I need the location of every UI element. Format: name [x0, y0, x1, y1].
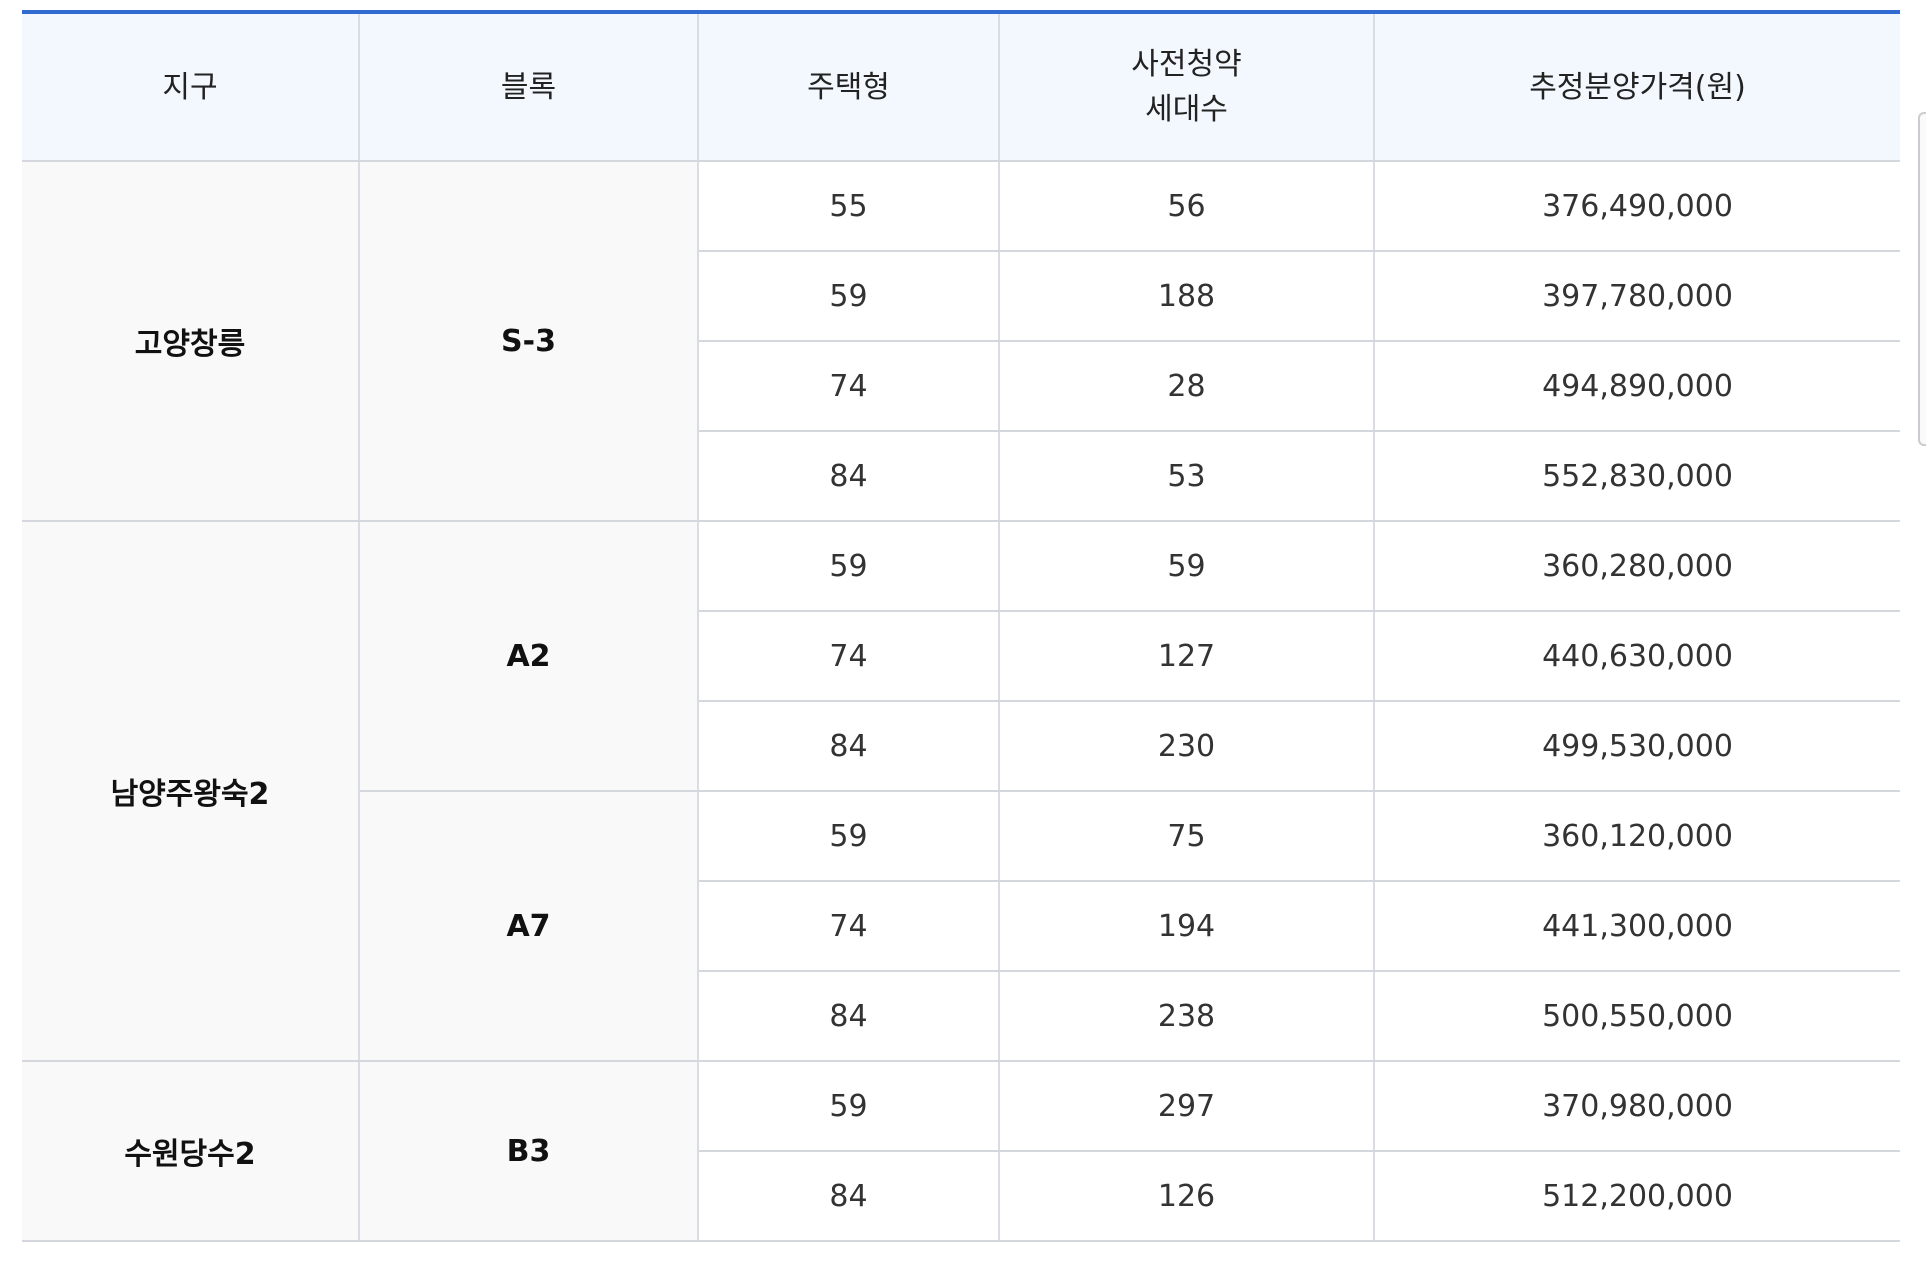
house-type-cell: 59 — [698, 251, 1000, 342]
house-type-cell: 84 — [698, 431, 1000, 522]
households-cell: 59 — [999, 521, 1375, 612]
header-price: 추정분양가격(원) — [1374, 12, 1900, 162]
price-cell: 494,890,000 — [1374, 341, 1900, 432]
households-cell: 56 — [999, 161, 1375, 252]
house-type-cell: 74 — [698, 881, 1000, 972]
table-row: 고양창릉 S-3 55 56 376,490,000 — [22, 161, 1900, 522]
price-cell: 499,530,000 — [1374, 701, 1900, 792]
house-type-cell: 84 — [698, 701, 1000, 792]
price-cell: 370,980,000 — [1374, 1061, 1900, 1152]
scrollbar-edge[interactable] — [1918, 112, 1926, 446]
table-header-row: 지구 블록 주택형 사전청약 세대수 추정분양가격(원) — [22, 12, 1900, 162]
price-cell: 512,200,000 — [1374, 1151, 1900, 1242]
pre-subscription-price-table: 지구 블록 주택형 사전청약 세대수 추정분양가격(원) 고양창릉 S-3 55… — [22, 10, 1900, 1242]
table-row: 남양주왕숙2 A2 59 59 360,280,000 — [22, 521, 1900, 1062]
households-cell: 230 — [999, 701, 1375, 792]
price-cell: 440,630,000 — [1374, 611, 1900, 702]
district-cell: 남양주왕숙2 — [22, 521, 360, 1062]
households-cell: 126 — [999, 1151, 1375, 1242]
price-cell: 500,550,000 — [1374, 971, 1900, 1062]
header-households: 사전청약 세대수 — [999, 12, 1375, 162]
house-type-cell: 55 — [698, 161, 1000, 252]
district-cell: 고양창릉 — [22, 161, 360, 522]
header-households-line1: 사전청약 — [1131, 47, 1242, 82]
house-type-cell: 84 — [698, 1151, 1000, 1242]
price-table-container: 지구 블록 주택형 사전청약 세대수 추정분양가격(원) 고양창릉 S-3 55… — [22, 10, 1900, 1242]
header-block: 블록 — [359, 12, 699, 162]
block-cell: A7 — [359, 791, 699, 1062]
house-type-cell: 74 — [698, 341, 1000, 432]
header-households-line2: 세대수 — [1145, 92, 1228, 127]
block-cell: S-3 — [359, 161, 699, 522]
price-cell: 552,830,000 — [1374, 431, 1900, 522]
price-cell: 397,780,000 — [1374, 251, 1900, 342]
house-type-cell: 59 — [698, 521, 1000, 612]
header-district: 지구 — [22, 12, 360, 162]
price-cell: 360,120,000 — [1374, 791, 1900, 882]
households-cell: 28 — [999, 341, 1375, 432]
price-cell: 441,300,000 — [1374, 881, 1900, 972]
price-cell: 376,490,000 — [1374, 161, 1900, 252]
district-cell: 수원당수2 — [22, 1061, 360, 1242]
households-cell: 297 — [999, 1061, 1375, 1152]
households-cell: 194 — [999, 881, 1375, 972]
header-house-type: 주택형 — [698, 12, 1000, 162]
house-type-cell: 59 — [698, 791, 1000, 882]
block-cell: A2 — [359, 521, 699, 792]
households-cell: 75 — [999, 791, 1375, 882]
house-type-cell: 59 — [698, 1061, 1000, 1152]
households-cell: 238 — [999, 971, 1375, 1062]
block-cell: B3 — [359, 1061, 699, 1242]
table-row: 수원당수2 B3 59 297 370,980,000 — [22, 1061, 1900, 1242]
households-cell: 53 — [999, 431, 1375, 522]
households-cell: 188 — [999, 251, 1375, 342]
households-cell: 127 — [999, 611, 1375, 702]
price-cell: 360,280,000 — [1374, 521, 1900, 612]
house-type-cell: 74 — [698, 611, 1000, 702]
house-type-cell: 84 — [698, 971, 1000, 1062]
